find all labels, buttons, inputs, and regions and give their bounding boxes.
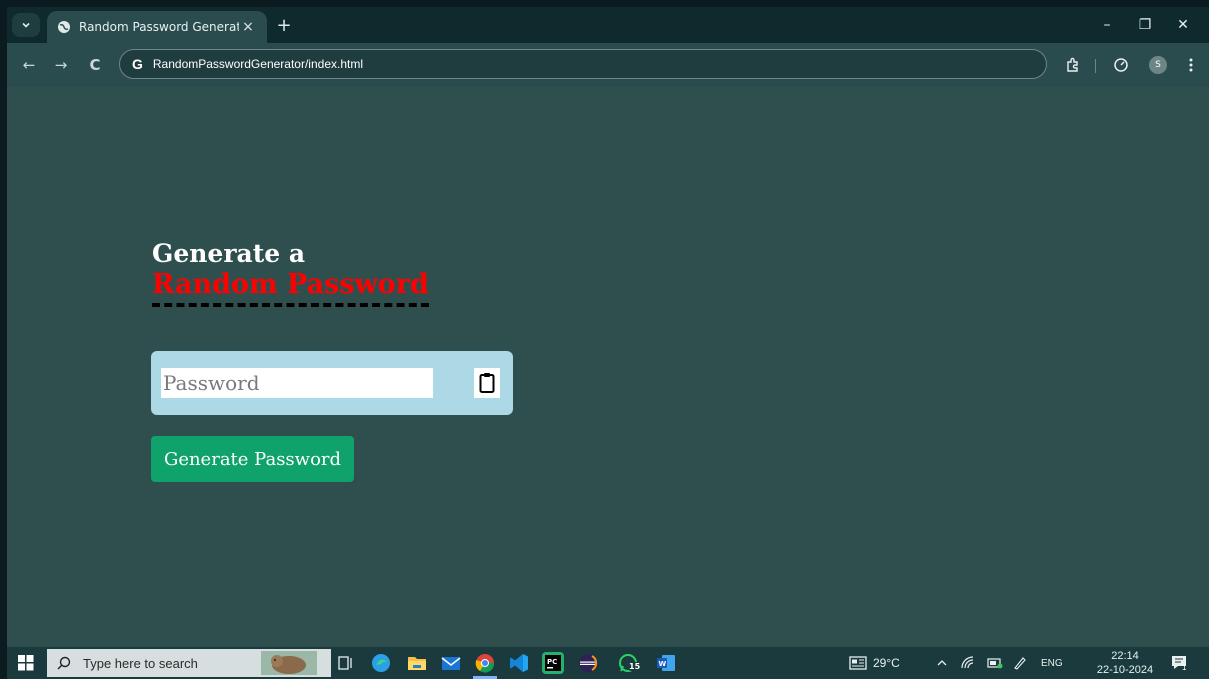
mail-icon: [441, 657, 461, 670]
generate-password-button[interactable]: Generate Password: [151, 436, 354, 482]
taskbar-pycharm[interactable]: PC: [542, 652, 564, 674]
tab-title: Random Password Generator: [79, 20, 239, 34]
close-window-button[interactable]: ✕: [1165, 11, 1201, 39]
puzzle-icon: [1067, 57, 1078, 72]
clock-time: 22:14: [1111, 650, 1139, 662]
password-panel: [151, 351, 513, 415]
weather-temp: 29°C: [873, 656, 900, 670]
taskbar-edge[interactable]: [370, 652, 392, 674]
task-view-icon: [338, 656, 352, 670]
title-line-1: Generate a: [152, 239, 306, 268]
eclipse-icon: [579, 654, 598, 672]
tab-search-button[interactable]: [12, 13, 40, 37]
taskbar-eclipse[interactable]: [577, 652, 599, 674]
url-text[interactable]: RandomPasswordGenerator/index.html: [153, 57, 363, 71]
search-placeholder: Type here to search: [83, 655, 198, 671]
forward-button[interactable]: →: [49, 53, 73, 77]
battery-icon: [987, 658, 1003, 669]
task-view-button[interactable]: [335, 652, 357, 674]
taskbar-whatsapp[interactable]: 15: [613, 652, 643, 674]
reload-button[interactable]: C: [83, 53, 107, 77]
chevron-up-icon: [937, 660, 947, 666]
browser-toolbar: ← → C G RandomPasswordGenerator/index.ht…: [7, 43, 1209, 87]
wifi-button[interactable]: [961, 647, 975, 679]
notifications-button[interactable]: 1: [1170, 647, 1188, 679]
page-title: Generate a Random Password: [152, 239, 472, 307]
windows-icon: [18, 655, 34, 671]
restore-button[interactable]: ❐: [1127, 11, 1163, 39]
pen-icon: [1014, 657, 1026, 670]
back-button[interactable]: ←: [17, 53, 41, 77]
windows-taskbar: Type here to search PC 15 W 29°C ENG 22:…: [7, 647, 1209, 679]
taskbar-chrome[interactable]: [474, 652, 496, 674]
taskbar-mail[interactable]: [440, 652, 462, 674]
start-button[interactable]: [15, 653, 37, 673]
menu-button[interactable]: [1179, 53, 1203, 77]
toolbar-divider: [1095, 59, 1096, 73]
gauge-icon: [1114, 58, 1128, 72]
word-icon: W: [657, 655, 675, 671]
taskbar-word[interactable]: W: [655, 652, 677, 674]
search-icon: [57, 656, 71, 670]
show-hidden-icons-button[interactable]: [937, 647, 947, 679]
whatsapp-badge: 15: [627, 662, 643, 671]
tab-close-button[interactable]: ×: [239, 19, 257, 35]
minimize-button[interactable]: –: [1089, 11, 1125, 39]
chevron-down-icon: [22, 22, 30, 28]
news-icon: [849, 656, 867, 670]
vscode-icon: [510, 654, 528, 672]
copy-button[interactable]: [474, 368, 500, 398]
edge-icon: [372, 654, 390, 672]
language-indicator[interactable]: ENG: [1041, 647, 1063, 679]
more-vertical-icon: [1189, 58, 1193, 72]
extensions-button[interactable]: [1061, 53, 1085, 77]
chrome-icon: [475, 654, 495, 673]
folder-icon: [408, 657, 426, 670]
taskbar-file-explorer[interactable]: [406, 652, 428, 674]
browser-window: Random Password Generator × + – ❐ ✕ ← → …: [7, 7, 1209, 679]
taskbar-vscode[interactable]: [508, 652, 530, 674]
svg-text:PC: PC: [547, 658, 557, 666]
page-viewport: Generate a Random Password Generate Pass…: [7, 87, 1209, 647]
globe-icon: [58, 21, 70, 33]
address-bar[interactable]: G RandomPasswordGenerator/index.html: [119, 49, 1047, 79]
tab-strip: Random Password Generator × + – ❐ ✕: [7, 7, 1209, 43]
clipboard-icon: [479, 373, 495, 393]
new-tab-button[interactable]: +: [272, 13, 296, 37]
tab-active[interactable]: Random Password Generator ×: [47, 11, 267, 43]
clock-date: 22-10-2024: [1096, 664, 1154, 676]
performance-button[interactable]: [1109, 53, 1133, 77]
notification-badge: 1: [1182, 663, 1187, 672]
password-input[interactable]: [161, 368, 433, 398]
taskbar-search-box[interactable]: Type here to search: [47, 649, 331, 677]
pen-button[interactable]: [1013, 647, 1027, 679]
wifi-icon: [961, 656, 974, 669]
search-highlight-image: [261, 651, 317, 675]
weather-widget[interactable]: 29°C: [849, 647, 900, 679]
system-clock[interactable]: 22:14 22-10-2024: [1090, 649, 1160, 677]
google-icon: G: [132, 56, 143, 72]
svg-text:W: W: [659, 660, 667, 668]
pycharm-icon: PC: [545, 655, 561, 671]
battery-button[interactable]: [987, 647, 1003, 679]
title-line-2: Random Password: [152, 269, 429, 307]
profile-avatar[interactable]: S: [1149, 56, 1167, 74]
